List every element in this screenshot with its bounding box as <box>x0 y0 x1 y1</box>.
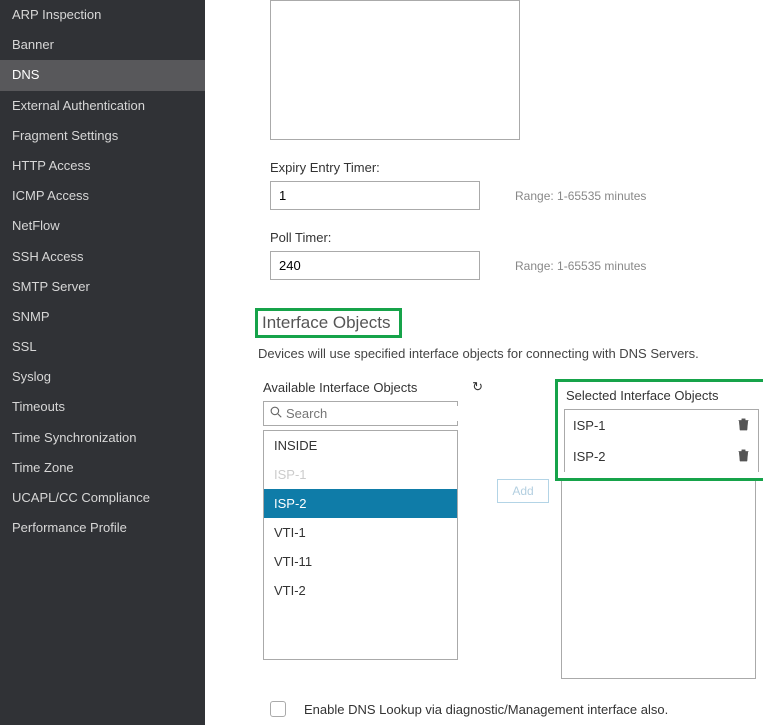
poll-timer-field: Poll Timer: Range: 1-65535 minutes <box>255 230 763 280</box>
available-column: Available Interface Objects ↻ INSIDE ISP… <box>263 379 483 660</box>
section-title: Interface Objects <box>262 313 391 332</box>
dns-lookup-checkbox[interactable] <box>270 701 286 717</box>
sidebar-item-netflow[interactable]: NetFlow <box>0 211 205 241</box>
sidebar-item-ucapl-cc-compliance[interactable]: UCAPL/CC Compliance <box>0 483 205 513</box>
sidebar-item-timeouts[interactable]: Timeouts <box>0 392 205 422</box>
add-button[interactable]: Add <box>497 479 548 503</box>
list-item[interactable]: INSIDE <box>264 431 457 460</box>
section-title-highlight: Interface Objects <box>255 308 402 338</box>
sidebar-item-snmp[interactable]: SNMP <box>0 302 205 332</box>
sidebar-item-arp-inspection[interactable]: ARP Inspection <box>0 0 205 30</box>
expiry-timer-hint: Range: 1-65535 minutes <box>515 189 646 203</box>
list-item[interactable]: VTI-2 <box>264 576 457 605</box>
sidebar-item-banner[interactable]: Banner <box>0 30 205 60</box>
available-list: INSIDE ISP-1 ISP-2 VTI-1 VTI-11 VTI-2 <box>263 430 458 660</box>
expiry-timer-field: Expiry Entry Timer: Range: 1-65535 minut… <box>255 160 763 210</box>
sidebar-item-ssh-access[interactable]: SSH Access <box>0 242 205 272</box>
sidebar-item-performance-profile[interactable]: Performance Profile <box>0 513 205 543</box>
sidebar-item-external-authentication[interactable]: External Authentication <box>0 91 205 121</box>
search-icon <box>270 406 282 421</box>
expiry-timer-input[interactable] <box>270 181 480 210</box>
available-label: Available Interface Objects <box>263 380 417 395</box>
search-box[interactable] <box>263 401 458 426</box>
sidebar-item-time-synchronization[interactable]: Time Synchronization <box>0 423 205 453</box>
selected-highlight: Selected Interface Objects ISP-1 ISP-2 <box>555 379 763 481</box>
sidebar-item-time-zone[interactable]: Time Zone <box>0 453 205 483</box>
list-item: ISP-1 <box>264 460 457 489</box>
poll-timer-hint: Range: 1-65535 minutes <box>515 259 646 273</box>
search-input[interactable] <box>286 406 462 421</box>
selected-column: Selected Interface Objects ISP-1 ISP-2 <box>563 379 763 679</box>
sidebar: ARP Inspection Banner DNS External Authe… <box>0 0 205 725</box>
section-description: Devices will use specified interface obj… <box>258 346 763 361</box>
sidebar-item-dns[interactable]: DNS <box>0 60 205 90</box>
sidebar-item-smtp-server[interactable]: SMTP Server <box>0 272 205 302</box>
sidebar-item-fragment-settings[interactable]: Fragment Settings <box>0 121 205 151</box>
selected-label: Selected Interface Objects <box>564 382 761 409</box>
trash-icon[interactable] <box>737 417 750 434</box>
selected-item: ISP-2 <box>565 441 758 472</box>
dns-lookup-checkbox-label: Enable DNS Lookup via diagnostic/Managem… <box>304 702 668 717</box>
dns-lookup-checkbox-row: Enable DNS Lookup via diagnostic/Managem… <box>270 701 763 717</box>
refresh-icon[interactable]: ↻ <box>472 379 483 395</box>
list-item[interactable]: VTI-1 <box>264 518 457 547</box>
sidebar-item-http-access[interactable]: HTTP Access <box>0 151 205 181</box>
poll-timer-input[interactable] <box>270 251 480 280</box>
sidebar-item-syslog[interactable]: Syslog <box>0 362 205 392</box>
sidebar-item-ssl[interactable]: SSL <box>0 332 205 362</box>
expiry-timer-label: Expiry Entry Timer: <box>270 160 763 175</box>
textarea-box[interactable] <box>270 0 520 140</box>
poll-timer-label: Poll Timer: <box>270 230 763 245</box>
trash-icon[interactable] <box>737 448 750 465</box>
list-item[interactable]: VTI-11 <box>264 547 457 576</box>
selected-item: ISP-1 <box>565 410 758 441</box>
main-panel: Expiry Entry Timer: Range: 1-65535 minut… <box>205 0 763 725</box>
selected-item-label: ISP-1 <box>573 418 606 433</box>
sidebar-item-icmp-access[interactable]: ICMP Access <box>0 181 205 211</box>
selected-item-label: ISP-2 <box>573 449 606 464</box>
list-item[interactable]: ISP-2 <box>264 489 457 518</box>
